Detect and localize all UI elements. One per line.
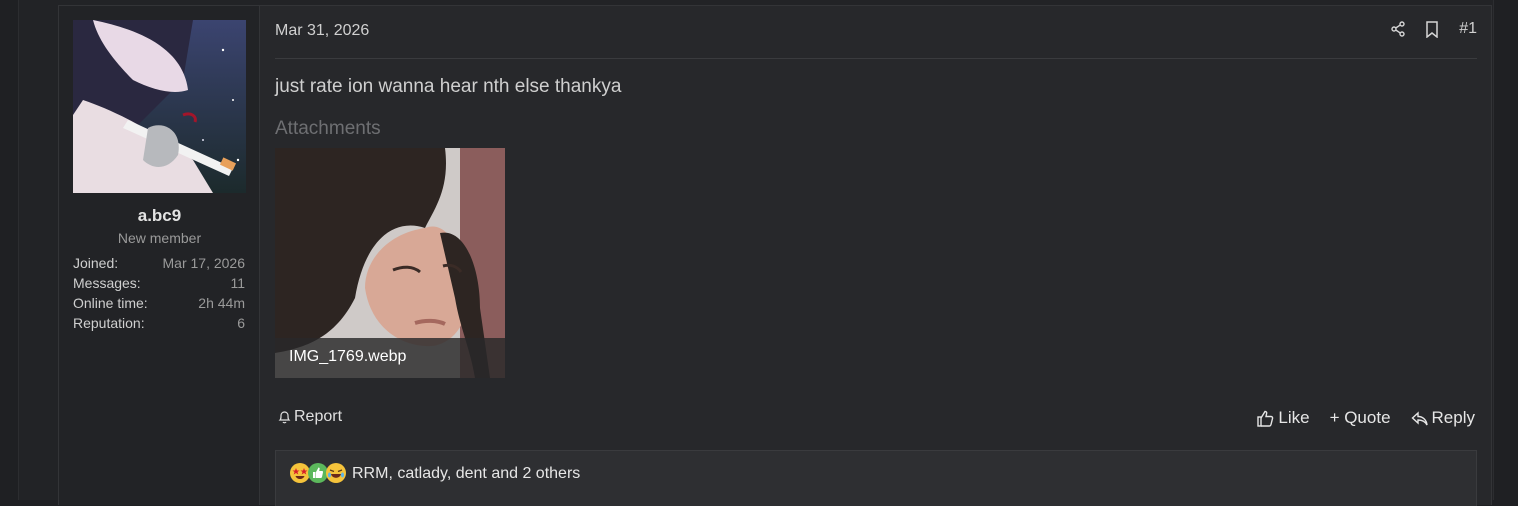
thumbs-up-icon xyxy=(1257,410,1274,427)
reply-label: Reply xyxy=(1431,408,1475,427)
message-header: Mar 31, 2026 #1 xyxy=(275,6,1477,59)
quote-label: + Quote xyxy=(1329,408,1391,427)
share-icon[interactable] xyxy=(1389,20,1407,38)
thumbs-up-emoji-icon xyxy=(308,463,328,483)
user-cell: a.bc9 New member Joined: Mar 17, 2026 Me… xyxy=(59,6,260,505)
stat-value: 11 xyxy=(230,275,245,291)
user-title: New member xyxy=(117,230,202,246)
post-number[interactable]: #1 xyxy=(1459,20,1477,38)
stat-value: 2h 44m xyxy=(198,295,245,311)
reply-icon xyxy=(1410,410,1428,425)
stat-label: Messages: xyxy=(73,275,141,291)
attachments-title: Attachments xyxy=(275,118,381,139)
attachment-thumbnail[interactable]: IMG_1769.webp xyxy=(275,148,505,378)
stat-label: Joined: xyxy=(73,255,119,271)
post-message: a.bc9 New member Joined: Mar 17, 2026 Me… xyxy=(58,5,1492,506)
stat-label: Reputation: xyxy=(73,315,145,331)
reaction-users[interactable]: RRM, catlady, dent and 2 others xyxy=(352,463,580,485)
bell-icon xyxy=(278,411,291,424)
stat-messages: Messages: 11 xyxy=(73,273,245,293)
quote-button[interactable]: + Quote xyxy=(1330,408,1391,428)
message-main: Mar 31, 2026 #1 just rate ion wanna hear… xyxy=(275,6,1477,506)
username[interactable]: a.bc9 xyxy=(59,206,260,226)
page-container: a.bc9 New member Joined: Mar 17, 2026 Me… xyxy=(18,0,1494,506)
stat-joined: Joined: Mar 17, 2026 xyxy=(73,253,245,273)
reply-button[interactable]: Reply xyxy=(1410,408,1475,428)
stat-label: Online time: xyxy=(73,295,148,311)
message-body: just rate ion wanna hear nth else thanky… xyxy=(275,76,622,97)
like-label: Like xyxy=(1278,408,1310,427)
post-actions: Like + Quote Reply xyxy=(1237,408,1475,428)
report-button[interactable]: Report xyxy=(278,408,342,426)
avatar[interactable] xyxy=(73,20,246,193)
attachment-filename[interactable]: IMG_1769.webp xyxy=(275,338,505,378)
laughing-emoji-icon xyxy=(326,463,346,483)
bookmark-icon[interactable] xyxy=(1423,20,1441,38)
report-label: Report xyxy=(294,408,343,425)
like-button[interactable]: Like xyxy=(1257,408,1310,428)
star-struck-emoji-icon xyxy=(290,463,310,483)
stat-online-time: Online time: 2h 44m xyxy=(73,293,245,313)
stat-value: 6 xyxy=(237,315,245,331)
user-stats: Joined: Mar 17, 2026 Messages: 11 Online… xyxy=(73,253,245,333)
reaction-icons xyxy=(290,463,346,483)
header-actions: #1 xyxy=(1373,20,1477,38)
post-date[interactable]: Mar 31, 2026 xyxy=(275,22,369,40)
stat-value: Mar 17, 2026 xyxy=(162,255,246,271)
reactions-bar[interactable]: RRM, catlady, dent and 2 others xyxy=(275,450,1477,506)
stat-reputation: Reputation: 6 xyxy=(73,313,245,333)
